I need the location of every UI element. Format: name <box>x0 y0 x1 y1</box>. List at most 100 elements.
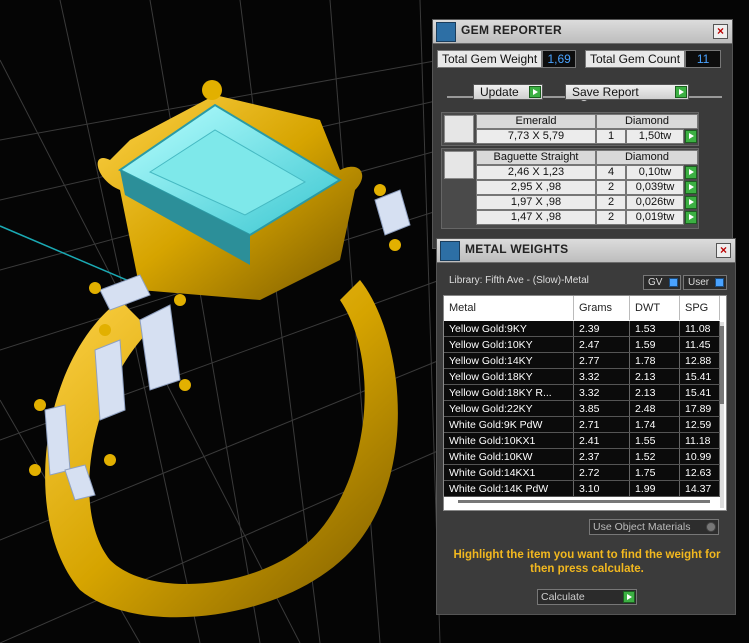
update-button[interactable]: Update <box>473 84 543 100</box>
user-toggle-label: User <box>688 277 710 288</box>
user-toggle[interactable]: User <box>683 275 727 290</box>
table-row[interactable]: White Gold:14K PdW 3.10 1.99 14.37 <box>444 481 720 497</box>
gem-weight: 0,019tw <box>626 210 684 225</box>
save-report-button[interactable]: Save Report <box>565 84 689 100</box>
table-row[interactable]: Yellow Gold:18KY R... 3.32 2.13 15.41 <box>444 385 720 401</box>
save-report-go-icon <box>675 86 687 98</box>
gem-reporter-title: GEM REPORTER <box>461 23 562 37</box>
table-row[interactable]: Yellow Gold:9KY 2.39 1.53 11.08 <box>444 321 720 337</box>
gem-count: 2 <box>596 210 626 225</box>
table-row[interactable]: White Gold:14KX1 2.72 1.75 12.63 <box>444 465 720 481</box>
cell-dwt: 2.13 <box>630 369 680 384</box>
cell-grams: 2.77 <box>574 353 630 368</box>
gv-toggle[interactable]: GV <box>643 275 681 290</box>
total-gem-count: Total Gem Count 11 <box>585 50 722 68</box>
gem-reporter-logo-icon <box>436 22 456 42</box>
calculate-button[interactable]: Calculate <box>537 589 637 605</box>
total-gem-count-label: Total Gem Count <box>585 50 686 68</box>
user-toggle-indicator <box>715 278 724 287</box>
cell-grams: 2.39 <box>574 321 630 336</box>
gem-row-go-icon[interactable] <box>685 196 697 209</box>
cell-dwt: 1.53 <box>630 321 680 336</box>
gem-emerald-icon[interactable] <box>444 115 474 143</box>
metal-weights-titlebar[interactable]: METAL WEIGHTS × <box>437 239 735 263</box>
gem-shape: Emerald <box>476 114 596 129</box>
use-object-materials-label: Use Object Materials <box>593 521 691 533</box>
vertical-scrollbar[interactable] <box>720 322 724 508</box>
metal-weights-title: METAL WEIGHTS <box>465 242 569 256</box>
gem-reporter-close-icon[interactable]: × <box>713 24 728 39</box>
cell-dwt: 1.75 <box>630 465 680 480</box>
col-metal[interactable]: Metal <box>444 296 574 320</box>
gem-reporter-panel: GEM REPORTER × Total Gem Weight 1,69 Tot… <box>432 19 733 249</box>
gem-size: 2,46 X 1,23 <box>476 165 596 180</box>
cell-metal: Yellow Gold:22KY <box>444 401 574 416</box>
gem-material: Diamond <box>596 150 698 165</box>
calculate-go-icon <box>623 591 635 603</box>
vertical-scroll-thumb[interactable] <box>720 326 724 404</box>
gem-weight: 1,50tw <box>626 129 684 144</box>
gem-weight: 0,039tw <box>626 180 684 195</box>
gem-count: 1 <box>596 129 626 144</box>
gem-size: 7,73 X 5,79 <box>476 129 596 144</box>
cell-metal: White Gold:10KW <box>444 449 574 464</box>
col-spg[interactable]: SPG <box>680 296 720 320</box>
total-gem-weight-label: Total Gem Weight <box>437 50 543 68</box>
gem-row-go-icon[interactable] <box>685 166 697 179</box>
gem-baguette-icon[interactable] <box>444 151 474 179</box>
cell-dwt: 1.55 <box>630 433 680 448</box>
metal-table-rows: Yellow Gold:9KY 2.39 1.53 11.08 Yellow Gold… <box>444 321 720 497</box>
gem-row-go-icon[interactable] <box>685 181 697 194</box>
table-row[interactable]: Yellow Gold:10KY 2.47 1.59 11.45 <box>444 337 720 353</box>
metal-weights-close-icon[interactable]: × <box>716 243 731 258</box>
cell-spg: 12.88 <box>680 353 720 368</box>
cell-spg: 11.18 <box>680 433 720 448</box>
cell-metal: White Gold:10KX1 <box>444 433 574 448</box>
prong-top <box>202 80 222 100</box>
cell-dwt: 1.59 <box>630 337 680 352</box>
cell-metal: Yellow Gold:18KY <box>444 369 574 384</box>
cell-metal: White Gold:9K PdW <box>444 417 574 432</box>
cell-dwt: 1.52 <box>630 449 680 464</box>
cell-dwt: 2.13 <box>630 385 680 400</box>
save-report-button-label: Save Report <box>572 85 639 99</box>
cell-grams: 3.85 <box>574 401 630 416</box>
cell-metal: Yellow Gold:10KY <box>444 337 574 352</box>
table-row[interactable]: Yellow Gold:18KY 3.32 2.13 15.41 <box>444 369 720 385</box>
cell-spg: 11.08 <box>680 321 720 336</box>
metal-table-header: Metal Grams DWT SPG <box>444 296 724 320</box>
col-grams[interactable]: Grams <box>574 296 630 320</box>
table-row[interactable]: Yellow Gold:22KY 3.85 2.48 17.89 <box>444 401 720 417</box>
use-object-materials-toggle[interactable]: Use Object Materials <box>589 519 719 535</box>
gem-row-go-icon[interactable] <box>685 130 697 143</box>
ring-band <box>45 280 398 618</box>
cell-metal: Yellow Gold:14KY <box>444 353 574 368</box>
gem-count: 2 <box>596 180 626 195</box>
update-go-icon <box>529 86 541 98</box>
gem-row-go-icon[interactable] <box>685 211 697 224</box>
metal-weights-panel: METAL WEIGHTS × Library: Fifth Ave - (Sl… <box>436 238 736 615</box>
table-row[interactable]: Yellow Gold:14KY 2.77 1.78 12.88 <box>444 353 720 369</box>
cell-grams: 3.32 <box>574 369 630 384</box>
gem-size: 1,97 X ,98 <box>476 195 596 210</box>
gem-reporter-titlebar[interactable]: GEM REPORTER × <box>433 20 732 44</box>
total-gem-weight-value: 1,69 <box>542 50 577 68</box>
gem-weight: 0,10tw <box>626 165 684 180</box>
cell-spg: 15.41 <box>680 369 720 384</box>
cell-spg: 11.45 <box>680 337 720 352</box>
table-row[interactable]: White Gold:10KX1 2.41 1.55 11.18 <box>444 433 720 449</box>
horizontal-scrollbar[interactable] <box>458 500 710 503</box>
col-dwt[interactable]: DWT <box>630 296 680 320</box>
table-row[interactable]: White Gold:9K PdW 2.71 1.74 12.59 <box>444 417 720 433</box>
table-row[interactable]: White Gold:10KW 2.37 1.52 10.99 <box>444 449 720 465</box>
metal-weights-table[interactable]: Metal Grams DWT SPG Yellow Gold:9KY 2.39 1… <box>443 295 727 511</box>
gem-group-baguette: Baguette Straight Diamond 2,46 X 1,23 4 … <box>441 148 699 229</box>
cell-grams: 2.41 <box>574 433 630 448</box>
cell-spg: 14.37 <box>680 481 720 496</box>
gem-weight: 0,026tw <box>626 195 684 210</box>
cell-grams: 3.32 <box>574 385 630 400</box>
cell-dwt: 1.78 <box>630 353 680 368</box>
gem-size: 1,47 X ,98 <box>476 210 596 225</box>
cell-metal: Yellow Gold:9KY <box>444 321 574 336</box>
cell-grams: 2.71 <box>574 417 630 432</box>
